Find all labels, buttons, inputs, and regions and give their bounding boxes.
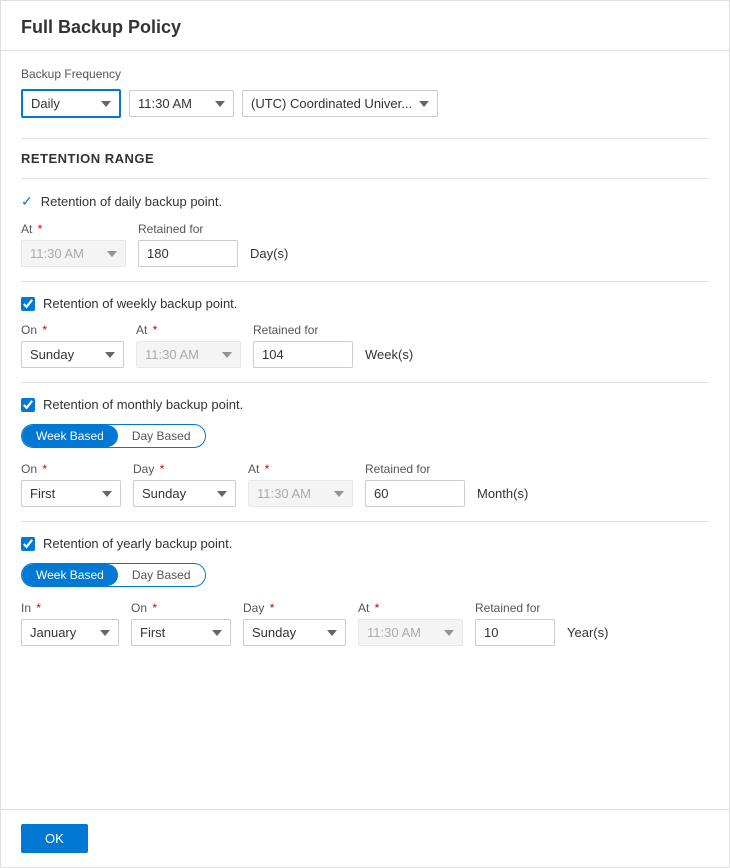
page-title: Full Backup Policy	[1, 1, 729, 51]
monthly-retention-block: Retention of monthly backup point. Week …	[21, 382, 709, 521]
yearly-on-label: On *	[131, 601, 231, 615]
monthly-at-select: 11:30 AM	[248, 480, 353, 507]
yearly-retained-group: Retained for	[475, 601, 555, 646]
yearly-in-group: In * January February March April May Ju…	[21, 601, 119, 646]
yearly-fields-row: In * January February March April May Ju…	[21, 601, 709, 646]
timezone-select[interactable]: (UTC) Coordinated Univer...	[242, 90, 438, 117]
monthly-day-select[interactable]: Sunday Monday Tuesday Wednesday Thursday…	[133, 480, 236, 507]
weekly-retained-label: Retained for	[253, 323, 353, 337]
monthly-on-group: On * First Second Third Fourth Last	[21, 462, 121, 507]
weekly-unit-label: Week(s)	[365, 347, 413, 368]
weekly-at-label: At *	[136, 323, 241, 337]
daily-retention-label: Retention of daily backup point.	[41, 194, 222, 209]
monthly-checkbox[interactable]	[21, 398, 35, 412]
monthly-day-based-toggle[interactable]: Day Based	[118, 425, 205, 447]
yearly-day-label: Day *	[243, 601, 346, 615]
monthly-on-select[interactable]: First Second Third Fourth Last	[21, 480, 121, 507]
monthly-day-label: Day *	[133, 462, 236, 476]
weekly-fields-row: On * Sunday Monday Tuesday Wednesday Thu…	[21, 323, 709, 368]
yearly-day-based-toggle[interactable]: Day Based	[118, 564, 205, 586]
monthly-unit-label: Month(s)	[477, 486, 528, 507]
yearly-in-label: In *	[21, 601, 119, 615]
weekly-on-label: On *	[21, 323, 124, 337]
weekly-retention-label: Retention of weekly backup point.	[43, 296, 237, 311]
yearly-checkbox[interactable]	[21, 537, 35, 551]
yearly-at-select: 11:30 AM	[358, 619, 463, 646]
daily-at-select: 11:30 AM	[21, 240, 126, 267]
yearly-on-group: On * First Second Third Fourth Last	[131, 601, 231, 646]
monthly-fields-row: On * First Second Third Fourth Last Day …	[21, 462, 709, 507]
monthly-toggle-group: Week Based Day Based	[21, 424, 206, 448]
daily-retention-block: ✓ Retention of daily backup point. At * …	[21, 178, 709, 281]
daily-retained-group: Retained for	[138, 222, 238, 267]
backup-frequency-label: Backup Frequency	[21, 67, 709, 81]
ok-button[interactable]: OK	[21, 824, 88, 853]
yearly-checkbox-row: Retention of yearly backup point.	[21, 536, 709, 551]
frequency-select[interactable]: Daily Weekly Monthly	[21, 89, 121, 118]
yearly-at-label: At *	[358, 601, 463, 615]
daily-retained-label: Retained for	[138, 222, 238, 236]
daily-checkbox-row: ✓ Retention of daily backup point.	[21, 193, 709, 210]
weekly-on-group: On * Sunday Monday Tuesday Wednesday Thu…	[21, 323, 124, 368]
monthly-retained-label: Retained for	[365, 462, 465, 476]
yearly-on-select[interactable]: First Second Third Fourth Last	[131, 619, 231, 646]
weekly-at-group: At * 11:30 AM	[136, 323, 241, 368]
yearly-week-based-toggle[interactable]: Week Based	[22, 564, 118, 586]
yearly-retention-block: Retention of yearly backup point. Week B…	[21, 521, 709, 660]
daily-retained-input[interactable]	[138, 240, 238, 267]
retention-section: RETENTION RANGE ✓ Retention of daily bac…	[21, 138, 709, 660]
weekly-checkbox[interactable]	[21, 297, 35, 311]
content-area: Backup Frequency Daily Weekly Monthly 11…	[1, 51, 729, 809]
monthly-retained-input[interactable]	[365, 480, 465, 507]
monthly-checkbox-row: Retention of monthly backup point.	[21, 397, 709, 412]
daily-at-label: At *	[21, 222, 126, 236]
monthly-day-group: Day * Sunday Monday Tuesday Wednesday Th…	[133, 462, 236, 507]
monthly-retained-group: Retained for	[365, 462, 465, 507]
weekly-checkbox-row: Retention of weekly backup point.	[21, 296, 709, 311]
page-container: Full Backup Policy Backup Frequency Dail…	[0, 0, 730, 868]
retention-title: RETENTION RANGE	[21, 151, 709, 166]
yearly-retention-label: Retention of yearly backup point.	[43, 536, 232, 551]
yearly-toggle-group: Week Based Day Based	[21, 563, 206, 587]
time-select[interactable]: 11:30 AM 12:00 PM	[129, 90, 234, 117]
yearly-retained-label: Retained for	[475, 601, 555, 615]
monthly-at-group: At * 11:30 AM	[248, 462, 353, 507]
monthly-retention-label: Retention of monthly backup point.	[43, 397, 243, 412]
weekly-on-select[interactable]: Sunday Monday Tuesday Wednesday Thursday…	[21, 341, 124, 368]
monthly-at-label: At *	[248, 462, 353, 476]
daily-unit-label: Day(s)	[250, 246, 288, 267]
footer: OK	[1, 809, 729, 867]
yearly-in-select[interactable]: January February March April May June Ju…	[21, 619, 119, 646]
yearly-retained-input[interactable]	[475, 619, 555, 646]
yearly-day-group: Day * Sunday Monday Tuesday Wednesday Th…	[243, 601, 346, 646]
daily-checkmark-icon: ✓	[21, 193, 33, 210]
weekly-at-select: 11:30 AM	[136, 341, 241, 368]
daily-fields-row: At * 11:30 AM Retained for Day(s)	[21, 222, 709, 267]
yearly-unit-label: Year(s)	[567, 625, 608, 646]
yearly-day-select[interactable]: Sunday Monday Tuesday Wednesday Thursday…	[243, 619, 346, 646]
weekly-retained-input[interactable]	[253, 341, 353, 368]
monthly-week-based-toggle[interactable]: Week Based	[22, 425, 118, 447]
daily-at-group: At * 11:30 AM	[21, 222, 126, 267]
backup-frequency-row: Daily Weekly Monthly 11:30 AM 12:00 PM (…	[21, 89, 709, 118]
monthly-on-label: On *	[21, 462, 121, 476]
yearly-at-group: At * 11:30 AM	[358, 601, 463, 646]
weekly-retained-group: Retained for	[253, 323, 353, 368]
weekly-retention-block: Retention of weekly backup point. On * S…	[21, 281, 709, 382]
